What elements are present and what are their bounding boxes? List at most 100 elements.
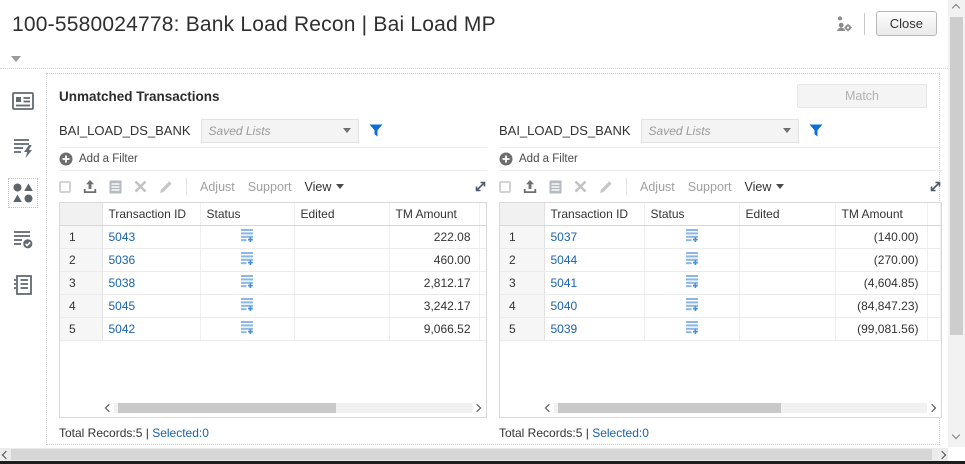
table-row[interactable]: 4 5040 (84,847.23) <box>500 294 941 318</box>
titlebar-actions: Close <box>835 11 937 36</box>
sidebar-item-summary[interactable] <box>8 86 38 116</box>
view-menu-button[interactable]: View <box>745 180 785 194</box>
saved-lists-dropdown[interactable]: Saved Lists <box>200 118 359 143</box>
table-row[interactable]: 2 5044 (270.00) <box>500 248 941 272</box>
column-header[interactable]: TM Amount <box>835 203 928 226</box>
filter-icon[interactable] <box>809 124 823 137</box>
grid-horizontal-scrollbar[interactable] <box>104 402 482 414</box>
unmatched-status-icon[interactable] <box>685 320 699 334</box>
delete-x-icon[interactable] <box>574 180 587 193</box>
table-row[interactable]: 1 5043 222.08 <box>60 225 486 249</box>
transaction-id-link[interactable]: 5044 <box>551 253 578 267</box>
scroll-up-icon[interactable] <box>951 3 961 13</box>
table-row[interactable]: 1 5037 (140.00) <box>500 225 941 249</box>
expand-icon[interactable] <box>474 180 487 193</box>
scroll-right-icon[interactable] <box>472 403 482 413</box>
clipped-cell <box>479 317 486 341</box>
column-header[interactable]: Transaction ID <box>102 203 201 226</box>
unmatched-status-icon[interactable] <box>240 320 254 334</box>
scroll-left-icon[interactable] <box>544 403 554 413</box>
window-horizontal-scrollbar[interactable] <box>0 448 948 461</box>
transaction-id-link[interactable]: 5038 <box>109 276 136 290</box>
transaction-id-link[interactable]: 5042 <box>109 322 136 336</box>
scroll-right-icon[interactable] <box>927 403 936 413</box>
add-filter-button[interactable]: Add a Filter <box>59 147 487 171</box>
unmatched-status-icon[interactable] <box>240 228 254 242</box>
unmatched-status-icon[interactable] <box>685 297 699 311</box>
filter-icon[interactable] <box>369 124 383 137</box>
sidebar-item-activity[interactable] <box>8 132 38 162</box>
row-number-cell: 4 <box>60 294 103 318</box>
match-button[interactable]: Match <box>797 84 927 108</box>
unmatched-status-icon[interactable] <box>240 251 254 265</box>
clipped-column <box>479 203 486 226</box>
export-icon[interactable] <box>523 179 537 194</box>
horizontal-scrollbar-thumb[interactable] <box>11 449 932 460</box>
clipped-cell <box>927 248 941 272</box>
column-header[interactable]: Status <box>200 203 295 226</box>
details-icon[interactable] <box>109 180 122 194</box>
unmatched-status-icon[interactable] <box>685 274 699 288</box>
selected-count-link[interactable]: Selected:0 <box>152 426 209 440</box>
window-vertical-scrollbar[interactable] <box>948 0 965 447</box>
transaction-id-link[interactable]: 5039 <box>551 322 578 336</box>
vertical-scrollbar-thumb[interactable] <box>950 17 963 335</box>
table-row[interactable]: 3 5041 (4,604.85) <box>500 271 941 295</box>
row-number-cell: 5 <box>60 317 103 341</box>
transaction-id-link[interactable]: 5043 <box>109 230 136 244</box>
collapse-chevron-icon[interactable] <box>11 56 21 62</box>
column-header[interactable]: Edited <box>739 203 836 226</box>
close-button[interactable]: Close <box>875 11 937 36</box>
adjust-button[interactable]: Adjust <box>200 180 235 194</box>
scroll-left-icon[interactable] <box>104 403 114 413</box>
column-header[interactable]: Edited <box>294 203 390 226</box>
column-header[interactable]: TM Amount <box>389 203 480 226</box>
sidebar-item-matching[interactable] <box>8 178 38 208</box>
expand-icon[interactable] <box>929 180 942 193</box>
edit-pencil-icon[interactable] <box>159 180 173 194</box>
unmatched-status-icon[interactable] <box>240 274 254 288</box>
transaction-id-link[interactable]: 5036 <box>109 253 136 267</box>
export-icon[interactable] <box>83 179 97 194</box>
column-header[interactable]: Status <box>644 203 740 226</box>
table-row[interactable]: 2 5036 460.00 <box>60 248 486 272</box>
plus-circle-icon <box>59 152 73 166</box>
unmatched-status-icon[interactable] <box>240 297 254 311</box>
select-all-checkbox-icon[interactable] <box>59 180 71 193</box>
grid-footer: Total Records:5 | Selected:0 <box>499 426 942 440</box>
transaction-id-link[interactable]: 5037 <box>551 230 578 244</box>
adjust-button[interactable]: Adjust <box>640 180 675 194</box>
select-all-checkbox-icon[interactable] <box>499 180 511 193</box>
transaction-id-link[interactable]: 5040 <box>551 299 578 313</box>
tm-amount-cell: (270.00) <box>835 248 928 272</box>
edit-pencil-icon[interactable] <box>599 180 613 194</box>
table-row[interactable]: 4 5045 3,242.17 <box>60 294 486 318</box>
support-button[interactable]: Support <box>688 180 732 194</box>
delete-x-icon[interactable] <box>134 180 147 193</box>
unmatched-status-icon[interactable] <box>685 251 699 265</box>
sidebar-item-audit[interactable] <box>8 270 38 300</box>
users-icon[interactable] <box>835 15 853 33</box>
column-header[interactable]: Transaction ID <box>544 203 645 226</box>
table-row[interactable]: 3 5038 2,812.17 <box>60 271 486 295</box>
unmatched-status-icon[interactable] <box>685 228 699 242</box>
add-filter-button[interactable]: Add a Filter <box>499 147 942 171</box>
sidebar-item-adjustments[interactable] <box>8 224 38 254</box>
grid-horizontal-scrollbar[interactable] <box>544 402 936 414</box>
transaction-id-link[interactable]: 5045 <box>109 299 136 313</box>
transaction-id-cell: 5039 <box>544 317 645 341</box>
scroll-down-icon[interactable] <box>951 430 961 440</box>
view-menu-button[interactable]: View <box>305 180 345 194</box>
transaction-id-link[interactable]: 5041 <box>551 276 578 290</box>
details-icon[interactable] <box>549 180 562 194</box>
saved-lists-dropdown[interactable]: Saved Lists <box>640 118 799 143</box>
table-row[interactable]: 5 5042 9,066.52 <box>60 317 486 341</box>
support-button[interactable]: Support <box>248 180 292 194</box>
table-row[interactable]: 5 5039 (99,081.56) <box>500 317 941 341</box>
scroll-left-icon[interactable] <box>1 450 11 459</box>
row-number-cell: 2 <box>500 248 545 272</box>
grid-header-row: Transaction ID Status Edited TM Amount <box>500 203 941 226</box>
scroll-right-icon[interactable] <box>937 450 947 459</box>
status-cell <box>644 225 740 249</box>
selected-count-link[interactable]: Selected:0 <box>592 426 649 440</box>
